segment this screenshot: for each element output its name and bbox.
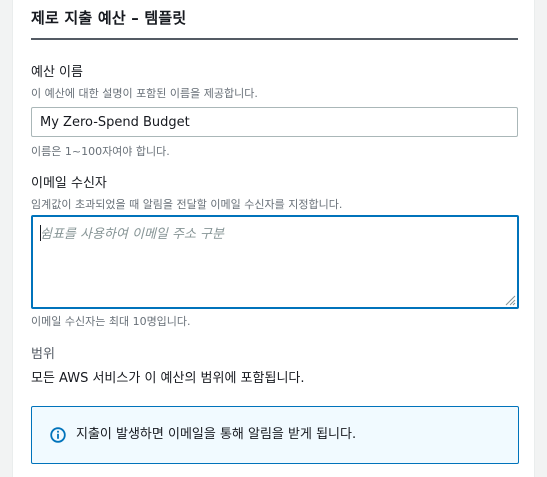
section-divider xyxy=(31,38,518,40)
budget-name-description: 이 예산에 대한 설명이 포함된 이름을 제공합니다. xyxy=(31,87,258,100)
email-recipients-constraint: 이메일 수신자는 최대 10명입니다. xyxy=(31,315,191,328)
resize-grip-icon[interactable] xyxy=(504,294,516,306)
info-alert-text: 지출이 발생하면 이메일을 통해 알림을 받게 됩니다. xyxy=(76,427,357,442)
budget-name-label: 예산 이름 xyxy=(31,65,83,80)
text-caret xyxy=(40,225,41,241)
email-recipients-label: 이메일 수신자 xyxy=(31,176,107,191)
budget-name-constraint: 이름은 1~100자여야 합니다. xyxy=(31,145,170,158)
scope-value: 모든 AWS 서비스가 이 예산의 범위에 포함됩니다. xyxy=(31,371,305,386)
scope-label: 범위 xyxy=(31,347,55,362)
email-recipients-input[interactable] xyxy=(33,217,517,307)
info-icon xyxy=(50,427,66,443)
budget-template-panel: 제로 지출 예산 – 템플릿 예산 이름 이 예산에 대한 설명이 포함된 이름… xyxy=(12,0,535,477)
email-recipients-description: 임계값이 초과되었을 때 알림을 전달할 이메일 수신자를 지정합니다. xyxy=(31,198,343,211)
section-title: 제로 지출 예산 – 템플릿 xyxy=(31,9,187,27)
budget-name-input[interactable] xyxy=(31,107,518,137)
email-recipients-field xyxy=(31,215,519,309)
info-alert: 지출이 발생하면 이메일을 통해 알림을 받게 됩니다. xyxy=(31,406,519,464)
